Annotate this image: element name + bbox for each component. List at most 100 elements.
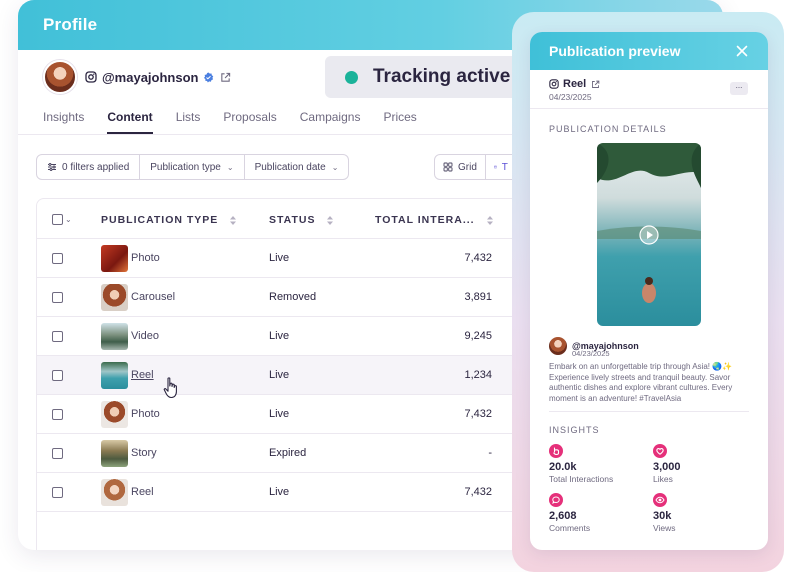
thumbnail-image [101, 440, 128, 467]
total-interactions-cell: 1,234 [464, 369, 492, 381]
close-icon[interactable] [736, 45, 748, 57]
tab-campaigns[interactable]: Campaigns [300, 110, 361, 134]
preview-date: 04/23/2025 [549, 92, 592, 102]
table-row[interactable]: Carousel Removed 3,891 [37, 278, 556, 317]
status-cell: Live [269, 330, 290, 342]
insight-value: 2,608 [549, 510, 577, 522]
divider [530, 108, 768, 109]
insight-likes: 3,000 Likes [653, 444, 681, 484]
insight-label: Total Interactions [549, 474, 614, 484]
publication-details-label: PUBLICATION DETAILS [549, 124, 667, 134]
grid-view-button[interactable]: Grid [434, 154, 486, 180]
tracking-dot [345, 70, 358, 84]
insight-value: 20.0k [549, 461, 577, 473]
sort-icon[interactable] [486, 215, 494, 226]
publication-image[interactable] [597, 143, 701, 326]
publication-type-cell[interactable]: Carousel [131, 291, 175, 303]
insight-views: 30k Views [653, 493, 676, 533]
table-row[interactable]: Reel Live 7,432 [37, 473, 556, 512]
total-interactions-cell: - [488, 447, 492, 459]
page-title: Profile [43, 15, 98, 34]
thumbnail-image [101, 284, 128, 311]
chevron-down-icon: ⌄ [331, 162, 339, 172]
filters-applied-button[interactable]: 0 filters applied [36, 154, 141, 180]
instagram-icon [85, 71, 97, 83]
preview-header: Publication preview [530, 32, 768, 70]
thumbnail-image [101, 401, 128, 428]
instagram-icon [549, 79, 559, 89]
tracking-label: Tracking active [373, 66, 511, 87]
publication-type-dropdown[interactable]: Publication type ⌄ [140, 154, 245, 180]
more-options-button[interactable]: ... [730, 82, 748, 95]
total-interactions-cell: 3,891 [464, 291, 492, 303]
total-interactions-cell: 7,432 [464, 486, 492, 498]
play-icon[interactable] [639, 225, 659, 245]
table-row[interactable]: Photo Live 7,432 [37, 395, 556, 434]
verified-icon [204, 71, 214, 82]
status-cell: Live [269, 369, 290, 381]
hand-cursor-icon [163, 377, 177, 399]
publication-type-cell[interactable]: Photo [131, 408, 160, 420]
tab-lists[interactable]: Lists [176, 110, 201, 134]
row-checkbox[interactable] [52, 331, 63, 342]
table-row[interactable]: Reel Live 1,234 [37, 356, 556, 395]
view-toggle: Grid T [434, 154, 516, 180]
status-cell: Expired [269, 447, 307, 459]
insight-value: 3,000 [653, 461, 681, 473]
preview-type-row: Reel [549, 78, 600, 90]
total-interactions-cell: 9,245 [464, 330, 492, 342]
table-row[interactable]: Story Expired - [37, 434, 556, 473]
publication-caption: Embark on an unforgettable trip through … [549, 362, 733, 403]
column-publication-type[interactable]: PUBLICATION TYPE [101, 214, 237, 226]
row-checkbox[interactable] [52, 292, 63, 303]
column-status[interactable]: STATUS [269, 214, 334, 226]
tab-content[interactable]: Content [107, 110, 153, 134]
sliders-icon [48, 163, 56, 171]
table-icon [494, 165, 497, 169]
tab-insights[interactable]: Insights [43, 110, 84, 134]
external-link-icon[interactable] [591, 80, 600, 89]
tab-proposals[interactable]: Proposals [223, 110, 276, 134]
select-all-checkbox[interactable] [52, 214, 63, 225]
table-row[interactable]: Photo Live 7,432 [37, 239, 556, 278]
external-link-icon[interactable] [220, 72, 231, 83]
sort-icon[interactable] [326, 215, 334, 226]
insight-label: Views [653, 523, 676, 533]
eye-icon [653, 493, 667, 507]
publication-date-dropdown[interactable]: Publication date ⌄ [244, 154, 350, 180]
thumbnail-image [101, 479, 128, 506]
author-date: 04/23/2025 [572, 349, 610, 358]
thumbnail-image [101, 245, 128, 272]
tab-prices[interactable]: Prices [383, 110, 416, 134]
username[interactable]: @mayajohnson [102, 70, 198, 85]
column-header-label: STATUS [269, 214, 316, 226]
chevron-down-icon[interactable]: ⌄ [65, 215, 72, 224]
insight-label: Comments [549, 523, 591, 533]
publication-type-cell[interactable]: Video [131, 330, 159, 342]
row-checkbox[interactable] [52, 253, 63, 264]
grid-icon [443, 162, 453, 172]
publication-type-label: Publication type [150, 161, 221, 173]
publication-type-cell[interactable]: Reel [131, 486, 154, 498]
content-table: ⌄ PUBLICATION TYPE STATUS TOTAL INTERA..… [36, 198, 556, 550]
table-row[interactable]: Video Live 9,245 [37, 317, 556, 356]
row-checkbox[interactable] [52, 409, 63, 420]
publication-type-cell[interactable]: Photo [131, 252, 160, 264]
table-view-label: T [501, 161, 508, 173]
row-checkbox[interactable] [52, 370, 63, 381]
preview-title: Publication preview [549, 43, 681, 59]
comment-icon [549, 493, 563, 507]
sort-icon[interactable] [229, 215, 237, 226]
hand-icon [549, 444, 563, 458]
avatar[interactable] [43, 60, 77, 94]
row-checkbox[interactable] [52, 487, 63, 498]
thumbnail-image [101, 362, 128, 389]
tracking-status-badge: Tracking active [325, 56, 540, 98]
row-checkbox[interactable] [52, 448, 63, 459]
publication-type-cell[interactable]: Story [131, 447, 157, 459]
table-header: ⌄ PUBLICATION TYPE STATUS TOTAL INTERA..… [37, 199, 556, 239]
column-total-interactions[interactable]: TOTAL INTERA... [375, 214, 494, 226]
publication-type-cell[interactable]: Reel [131, 369, 154, 381]
column-header-label: TOTAL INTERA... [375, 214, 475, 226]
filters-applied-label: 0 filters applied [62, 161, 130, 173]
